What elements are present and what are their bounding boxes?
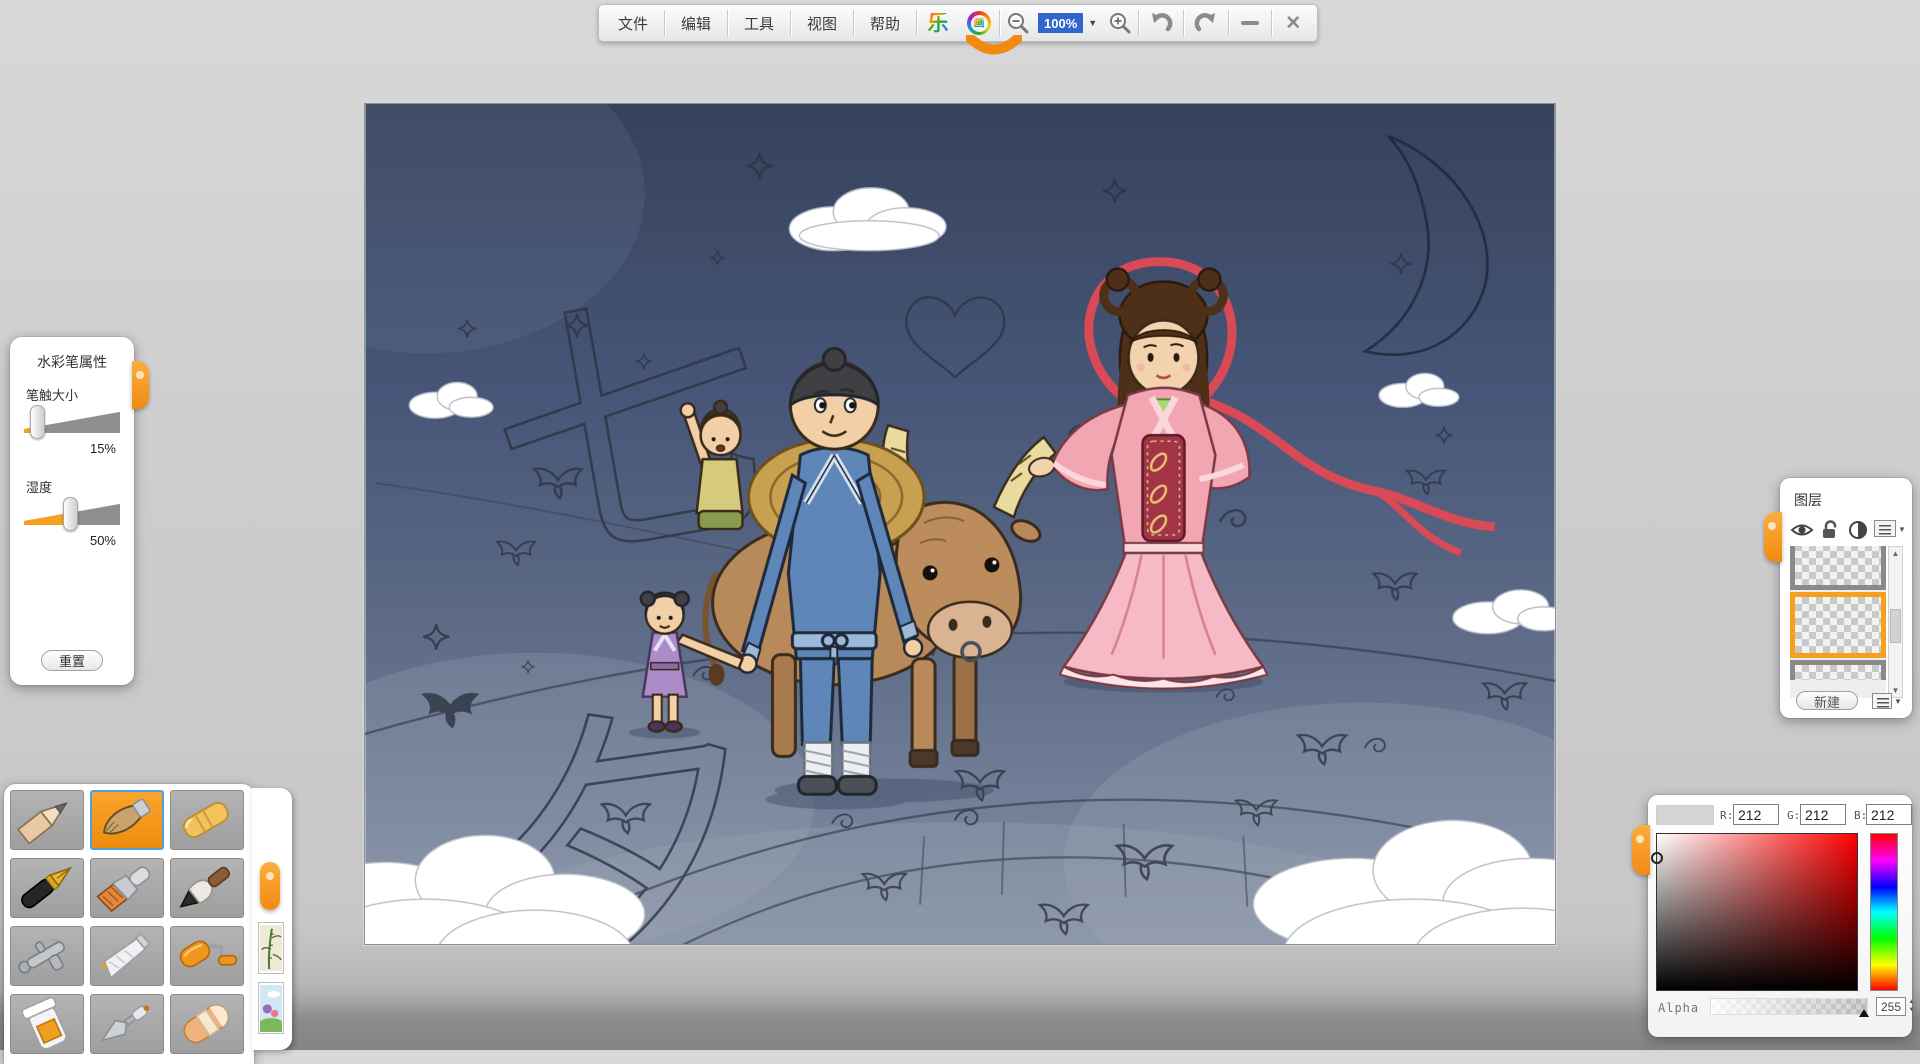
scene-template-thumbnail[interactable] [258,982,284,1034]
menu-file[interactable]: 文件 [602,7,664,39]
mascot-smile-icon [966,35,1022,61]
main-toolbar: 文件 编辑 工具 视图 帮助 乐 画 100% ▼ [598,4,1318,42]
alpha-spinner[interactable]: ▲▼ [1906,997,1917,1016]
wetness-slider-thumb[interactable] [63,497,78,531]
layer-visibility-icon[interactable] [1790,520,1814,540]
layer-list [1790,546,1886,698]
zoom-in-icon [1108,11,1132,35]
color-marker[interactable] [1651,852,1663,864]
alpha-marker[interactable] [1859,1009,1869,1017]
brush-size-label: 笔触大小 [26,385,78,404]
undo-icon [1148,11,1174,35]
menu-help[interactable]: 帮助 [854,7,916,39]
layer-menu-button[interactable] [1874,520,1896,537]
scrollbar-thumb[interactable] [1890,609,1901,643]
hue-bar[interactable] [1870,833,1898,991]
layers-panel-collapse-handle[interactable] [1764,512,1782,562]
brush-panel-collapse-handle[interactable] [132,361,149,409]
layer-options-button[interactable] [1872,693,1892,709]
close-icon: ✕ [1285,12,1301,35]
menu-tools[interactable]: 工具 [728,7,790,39]
gallery-icon: 画 [967,11,991,35]
brush-panel-title: 水彩笔属性 [10,337,134,372]
wetness-value: 50% [90,533,116,548]
menu-view[interactable]: 视图 [791,7,853,39]
reset-button[interactable]: 重置 [41,650,103,671]
alpha-input[interactable] [1876,997,1906,1016]
tool-flat-brush[interactable] [90,858,164,918]
tool-palette-knife[interactable] [90,994,164,1054]
tool-paint-tube[interactable] [90,926,164,986]
g-label: G: [1787,809,1800,822]
new-layer-button[interactable]: 新建 [1796,691,1858,710]
paradise-icon: 乐 [928,13,949,34]
layer-options-arrow[interactable]: ▼ [1894,697,1902,706]
redo-button[interactable] [1184,7,1228,39]
current-color-swatch [1656,805,1714,825]
paradise-button[interactable]: 乐 [917,7,959,39]
tool-palette-collapse-handle[interactable] [260,862,280,910]
alpha-slider[interactable] [1710,998,1868,1015]
tool-fountain-pen[interactable] [10,858,84,918]
tool-calligraphy-brush[interactable] [170,858,244,918]
alpha-label: Alpha [1658,1001,1699,1015]
undo-button[interactable] [1139,7,1183,39]
layer-item-3[interactable] [1790,660,1886,680]
layers-panel-title: 图层 [1780,478,1912,510]
redo-icon [1193,11,1219,35]
b-input[interactable] [1866,804,1912,825]
wetness-label: 湿度 [26,477,52,496]
zoom-in-button[interactable] [1102,7,1138,39]
zoom-out-icon [1006,11,1030,35]
r-input[interactable] [1733,804,1779,825]
zoom-dropdown-arrow[interactable]: ▼ [1083,7,1102,39]
saturation-value-square[interactable] [1656,833,1858,991]
layer-lock-icon[interactable] [1820,520,1842,540]
brush-size-slider-thumb[interactable] [30,405,45,439]
layer-item-1[interactable] [1790,546,1886,590]
zoom-level-value[interactable]: 100% [1038,13,1083,33]
brush-size-value: 15% [90,441,116,456]
tool-paint-jar[interactable] [10,994,84,1054]
color-panel-collapse-handle[interactable] [1632,825,1650,875]
tool-airbrush[interactable] [10,926,84,986]
tool-pencil[interactable] [10,790,84,850]
layer-scrollbar[interactable]: ▲ ▼ [1888,546,1903,698]
r-label: R: [1720,809,1733,822]
tool-eraser[interactable] [170,994,244,1054]
minimize-icon [1241,21,1259,25]
tool-watercolor-brush[interactable] [90,790,164,850]
menu-edit[interactable]: 编辑 [665,7,727,39]
brush-properties-panel: 水彩笔属性 笔触大小 15% 湿度 50% 重置 [10,337,134,685]
close-button[interactable]: ✕ [1272,7,1314,39]
layer-item-2-selected[interactable] [1790,592,1886,658]
bamboo-template-thumbnail[interactable] [258,922,284,974]
layers-panel: 图层 ▼ ▲ ▼ 新建 ▼ [1780,478,1912,718]
tool-paint-roller[interactable] [170,926,244,986]
layer-menu-arrow[interactable]: ▼ [1898,525,1906,534]
canvas-artwork[interactable]: 七 夕 [365,104,1555,944]
g-input[interactable] [1800,804,1846,825]
canvas-frame: 七 夕 [364,103,1556,945]
tool-crayon[interactable] [170,790,244,850]
minimize-button[interactable] [1229,7,1271,39]
tool-palette-side-tab [252,788,292,1050]
scroll-up-icon[interactable]: ▲ [1889,549,1902,558]
color-picker-panel: R: G: B: Alpha ▲▼ [1648,795,1912,1037]
layer-blend-icon[interactable] [1848,520,1868,540]
